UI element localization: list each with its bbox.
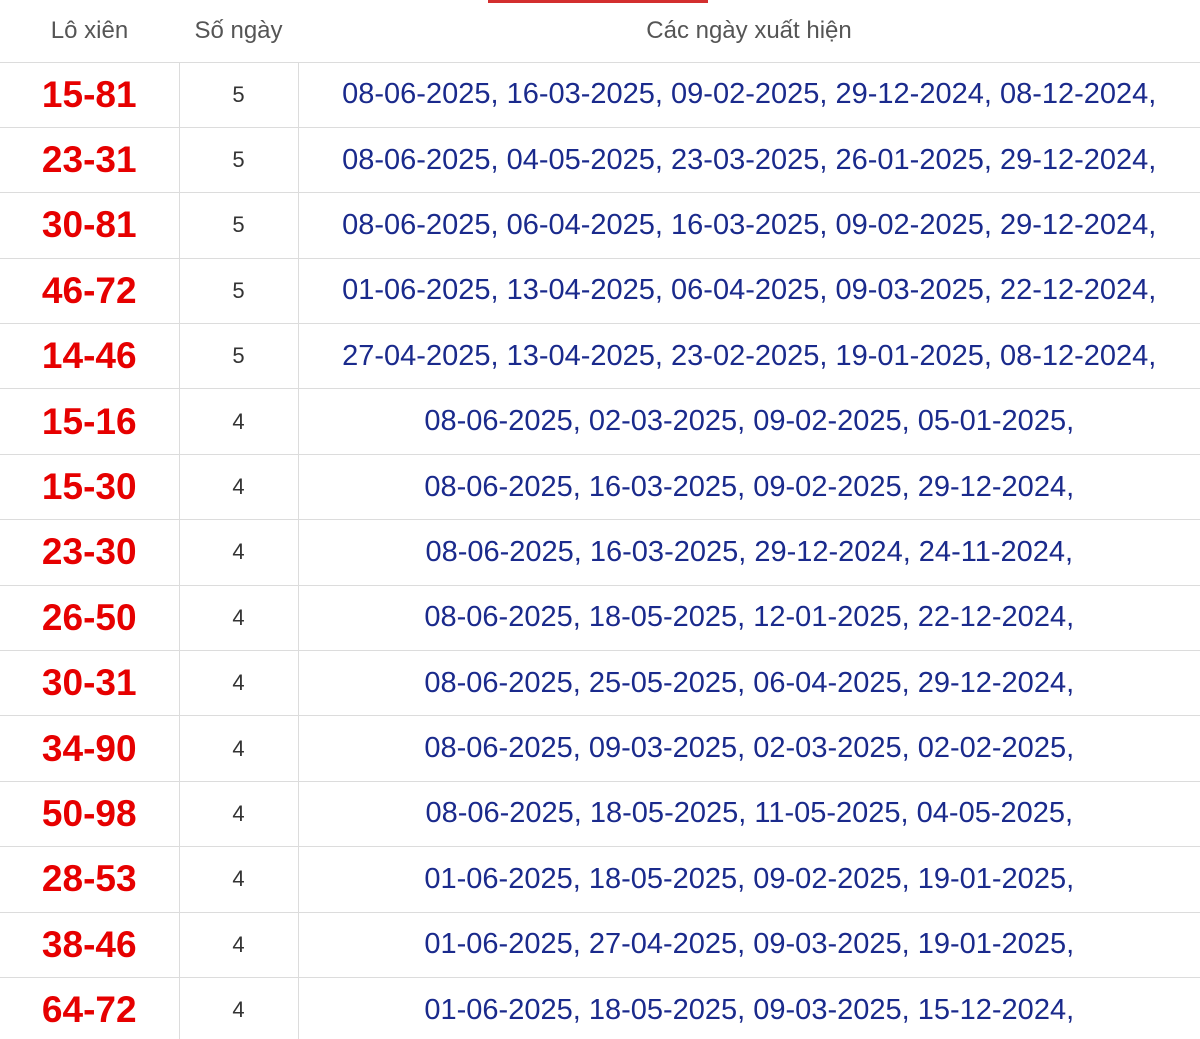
pair-cell: 15-16 bbox=[0, 388, 179, 455]
table-row: 30-31 4 08-06-2025, 25-05-2025, 06-04-2025… bbox=[0, 650, 1200, 717]
table-row: 26-50 4 08-06-2025, 18-05-2025, 12-01-2025… bbox=[0, 585, 1200, 652]
table-row: 30-81 5 08-06-2025, 06-04-2025, 16-03-2025… bbox=[0, 192, 1200, 259]
table-row: 15-16 4 08-06-2025, 02-03-2025, 09-02-2025… bbox=[0, 388, 1200, 455]
count-cell: 4 bbox=[178, 912, 298, 978]
count-cell: 4 bbox=[178, 519, 298, 586]
count-cell: 4 bbox=[178, 846, 298, 913]
table-row: 23-30 4 08-06-2025, 16-03-2025, 29-12-2024… bbox=[0, 519, 1200, 586]
count-cell: 4 bbox=[178, 585, 298, 652]
count-cell: 4 bbox=[178, 715, 298, 782]
dates-cell: 08-06-2025, 09-03-2025, 02-03-2025, 02-0… bbox=[297, 715, 1200, 782]
dates-cell: 08-06-2025, 04-05-2025, 23-03-2025, 26-0… bbox=[297, 127, 1200, 194]
count-cell: 4 bbox=[178, 454, 298, 521]
count-cell: 5 bbox=[178, 258, 298, 325]
count-cell: 4 bbox=[178, 781, 298, 848]
count-cell: 5 bbox=[178, 323, 298, 390]
dates-cell: 08-06-2025, 16-03-2025, 09-02-2025, 29-1… bbox=[297, 454, 1200, 521]
pair-cell: 23-31 bbox=[0, 127, 179, 194]
dates-cell: 01-06-2025, 18-05-2025, 09-02-2025, 19-0… bbox=[297, 846, 1200, 913]
pair-cell: 14-46 bbox=[0, 323, 179, 390]
dates-cell: 08-06-2025, 18-05-2025, 11-05-2025, 04-0… bbox=[297, 781, 1200, 848]
pair-cell: 30-81 bbox=[0, 192, 179, 259]
dates-cell: 27-04-2025, 13-04-2025, 23-02-2025, 19-0… bbox=[297, 323, 1200, 390]
pair-cell: 50-98 bbox=[0, 781, 179, 848]
pair-cell: 38-46 bbox=[0, 912, 179, 978]
pair-cell: 15-81 bbox=[0, 62, 179, 128]
dates-cell: 08-06-2025, 02-03-2025, 09-02-2025, 05-0… bbox=[297, 388, 1200, 455]
table-row: 14-46 5 27-04-2025, 13-04-2025, 23-02-2025… bbox=[0, 323, 1200, 390]
table-row: 46-72 5 01-06-2025, 13-04-2025, 06-04-2025… bbox=[0, 258, 1200, 325]
table-row: 15-30 4 08-06-2025, 16-03-2025, 09-02-2025… bbox=[0, 454, 1200, 521]
count-cell: 4 bbox=[178, 977, 298, 1039]
table-row: 15-81 5 08-06-2025, 16-03-2025, 09-02-2025… bbox=[0, 62, 1200, 128]
pair-cell: 26-50 bbox=[0, 585, 179, 652]
header-so-ngay: Số ngày bbox=[179, 0, 298, 63]
pair-cell: 46-72 bbox=[0, 258, 179, 325]
table-row: 50-98 4 08-06-2025, 18-05-2025, 11-05-2025… bbox=[0, 781, 1200, 848]
pair-cell: 28-53 bbox=[0, 846, 179, 913]
pair-cell: 34-90 bbox=[0, 715, 179, 782]
pair-cell: 23-30 bbox=[0, 519, 179, 586]
header-lo-xien: Lô xiên bbox=[0, 0, 179, 63]
dates-cell: 01-06-2025, 18-05-2025, 09-03-2025, 15-1… bbox=[297, 977, 1200, 1039]
table-row: 34-90 4 08-06-2025, 09-03-2025, 02-03-2025… bbox=[0, 715, 1200, 782]
header-row: Lô xiên Số ngày Các ngày xuất hiện bbox=[0, 0, 1200, 63]
table-row: 28-53 4 01-06-2025, 18-05-2025, 09-02-2025… bbox=[0, 846, 1200, 913]
dates-cell: 08-06-2025, 06-04-2025, 16-03-2025, 09-0… bbox=[297, 192, 1200, 259]
count-cell: 4 bbox=[178, 650, 298, 717]
pair-cell: 15-30 bbox=[0, 454, 179, 521]
table-row: 38-46 4 01-06-2025, 27-04-2025, 09-03-2025… bbox=[0, 912, 1200, 978]
count-cell: 5 bbox=[178, 62, 298, 128]
dates-cell: 08-06-2025, 25-05-2025, 06-04-2025, 29-1… bbox=[297, 650, 1200, 717]
dates-cell: 08-06-2025, 16-03-2025, 09-02-2025, 29-1… bbox=[297, 62, 1200, 128]
pair-cell: 64-72 bbox=[0, 977, 179, 1039]
count-cell: 4 bbox=[178, 388, 298, 455]
table-body: 15-81 5 08-06-2025, 16-03-2025, 09-02-2025… bbox=[0, 62, 1200, 1039]
dates-cell: 08-06-2025, 16-03-2025, 29-12-2024, 24-1… bbox=[297, 519, 1200, 586]
dates-cell: 01-06-2025, 27-04-2025, 09-03-2025, 19-0… bbox=[297, 912, 1200, 978]
dates-cell: 08-06-2025, 18-05-2025, 12-01-2025, 22-1… bbox=[297, 585, 1200, 652]
pair-cell: 30-31 bbox=[0, 650, 179, 717]
table-row: 23-31 5 08-06-2025, 04-05-2025, 23-03-2025… bbox=[0, 127, 1200, 194]
lo-xien-table: Lô xiên Số ngày Các ngày xuất hiện 15-81… bbox=[0, 0, 1200, 1039]
table-header: Lô xiên Số ngày Các ngày xuất hiện bbox=[0, 0, 1200, 63]
count-cell: 5 bbox=[178, 127, 298, 194]
dates-cell: 01-06-2025, 13-04-2025, 06-04-2025, 09-0… bbox=[297, 258, 1200, 325]
count-cell: 5 bbox=[178, 192, 298, 259]
table-row: 64-72 4 01-06-2025, 18-05-2025, 09-03-2025… bbox=[0, 977, 1200, 1039]
header-cac-ngay-xuat-hien: Các ngày xuất hiện bbox=[298, 0, 1200, 63]
